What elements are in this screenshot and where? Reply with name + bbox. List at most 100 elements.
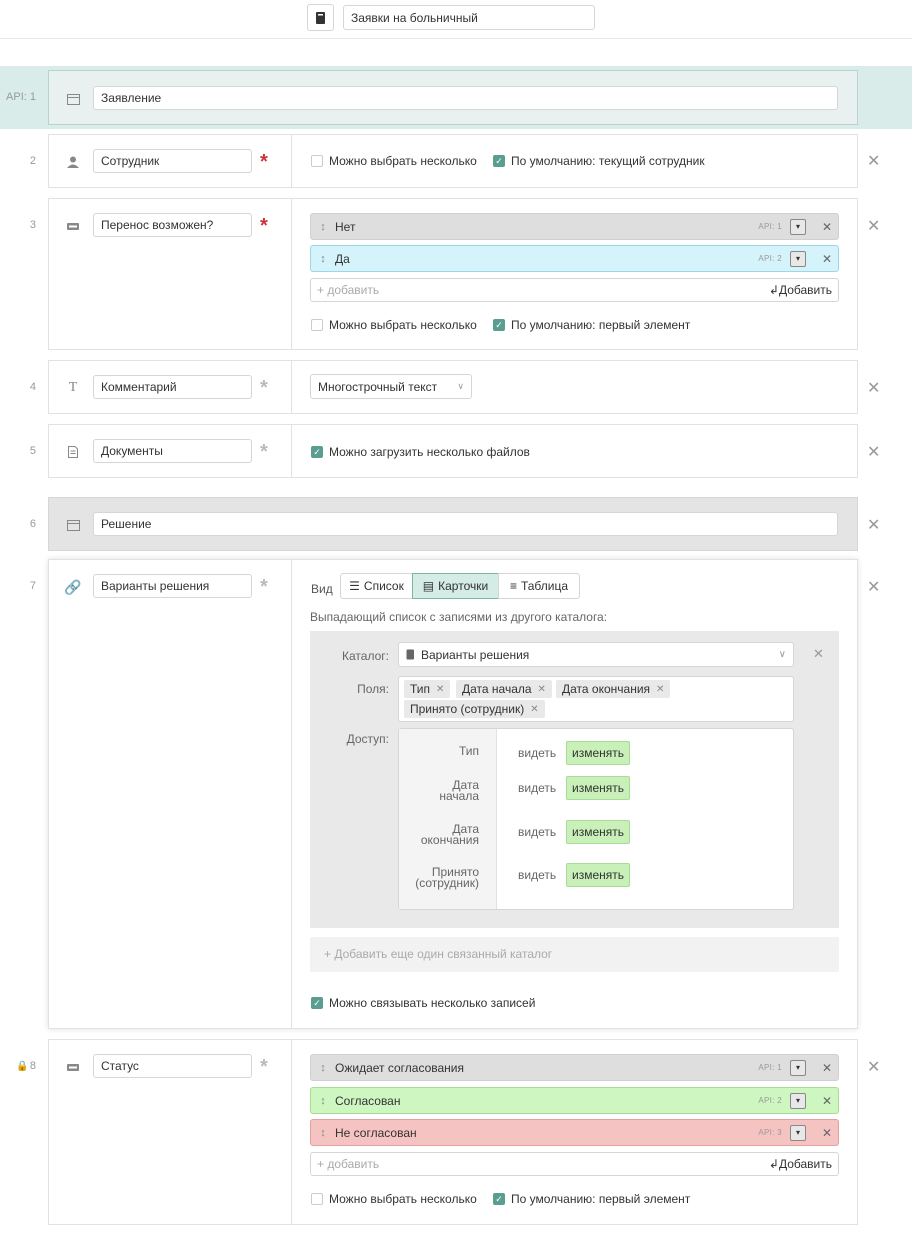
option-row[interactable]: ↕ Ожидает согласования API: 1 ▾ ✕ [310, 1054, 839, 1081]
delete-field-icon[interactable]: ✕ [867, 580, 880, 596]
field-chip[interactable]: Тип ✕ [404, 680, 451, 698]
required-icon[interactable]: * [260, 152, 268, 172]
default-current-checkbox[interactable]: ✓ По умолчанию: текущий сотрудник [493, 154, 705, 168]
field-name-input[interactable]: Документы [93, 439, 252, 463]
delete-field-icon[interactable]: ✕ [867, 518, 880, 534]
fields-label: Поля: [357, 682, 389, 696]
field-row-zayavlenie[interactable]: Заявление [48, 70, 858, 125]
remove-chip-icon[interactable]: ✕ [538, 684, 546, 695]
field-name-input[interactable]: Сотрудник [93, 149, 252, 173]
delete-field-icon[interactable]: ✕ [867, 219, 880, 235]
multi-select-checkbox[interactable]: Можно выбрать несколько [311, 318, 477, 332]
remove-option-icon[interactable]: ✕ [816, 1061, 838, 1075]
field-name-input[interactable]: Заявление [93, 86, 838, 110]
access-label: Доступ: [346, 732, 389, 746]
optional-icon[interactable]: * [260, 378, 268, 398]
catalog-title-input[interactable]: Заявки на больничный [343, 5, 595, 30]
option-row[interactable]: ↕ Да API: 2 ▾ ✕ [310, 245, 839, 272]
drag-handle-icon[interactable]: ↕ [311, 253, 335, 265]
catalog-icon-button[interactable] [307, 4, 334, 31]
add-linked-catalog-button[interactable]: + Добавить еще один связанный каталог [310, 937, 839, 972]
default-first-checkbox[interactable]: ✓ По умолчанию: первый элемент [493, 318, 690, 332]
chevron-down-icon[interactable]: ▾ [790, 218, 806, 235]
remove-chip-icon[interactable]: ✕ [436, 684, 444, 695]
field-row-dokumenty[interactable]: Документы * ✓ Можно загрузить несколько ф… [48, 424, 858, 478]
field-row-kommentariy[interactable]: T Комментарий * Многострочный текст ∨ [48, 360, 858, 414]
chevron-down-icon[interactable]: ▾ [790, 1092, 806, 1109]
field-chip[interactable]: Дата начала ✕ [456, 680, 552, 698]
option-row[interactable]: ↕ Нет API: 1 ▾ ✕ [310, 213, 839, 240]
delete-field-icon[interactable]: ✕ [867, 1060, 880, 1076]
field-row-status[interactable]: Статус * ↕ Ожидает согласования API: 1 ▾… [48, 1039, 858, 1225]
view-list-button[interactable]: ☰ Список [340, 573, 413, 599]
drag-handle-icon[interactable]: ↕ [311, 1062, 335, 1074]
checkbox-icon [311, 155, 323, 167]
multi-select-checkbox[interactable]: Можно выбрать несколько [311, 154, 477, 168]
field-row-perenos[interactable]: Перенос возможен? * ↕ Нет API: 1 ▾ ✕ ↕ Д… [48, 198, 858, 350]
delete-field-icon[interactable]: ✕ [867, 154, 880, 170]
field-row-reshenie[interactable]: Решение [48, 497, 858, 551]
checkbox-label: По умолчанию: первый элемент [511, 318, 691, 332]
field-name-input[interactable]: Варианты решения [93, 574, 252, 598]
chevron-down-icon[interactable]: ▾ [790, 1124, 806, 1141]
add-option-button[interactable]: ↲Добавить [769, 283, 832, 297]
remove-option-icon[interactable]: ✕ [816, 220, 838, 234]
catalog-select[interactable]: Варианты решения ∨ [398, 642, 794, 667]
multi-select-checkbox[interactable]: Можно выбрать несколько [311, 1192, 477, 1206]
add-option-input[interactable]: + добавить ↲Добавить [310, 278, 839, 302]
delete-field-icon[interactable]: ✕ [867, 381, 880, 397]
view-table-button[interactable]: ≡ Таблица [498, 573, 580, 599]
remove-option-icon[interactable]: ✕ [816, 1126, 838, 1140]
optional-icon[interactable]: * [260, 577, 268, 597]
field-name-input[interactable]: Перенос возможен? [93, 213, 252, 237]
remove-option-icon[interactable]: ✕ [816, 252, 838, 266]
multi-link-checkbox[interactable]: ✓ Можно связывать несколько записей [311, 996, 535, 1010]
fields-multiselect[interactable]: Тип ✕ Дата начала ✕ Дата окончания ✕ Принят… [398, 676, 794, 722]
field-name-input[interactable]: Комментарий [93, 375, 252, 399]
access-edit-option[interactable]: изменять [566, 820, 630, 844]
field-row-sotrudnik[interactable]: Сотрудник * Можно выбрать несколько ✓ По … [48, 134, 858, 188]
option-row[interactable]: ↕ Не согласован API: 3 ▾ ✕ [310, 1119, 839, 1146]
category-icon [64, 1059, 82, 1075]
optional-icon[interactable]: * [260, 1057, 268, 1077]
chevron-down-icon[interactable]: ▾ [790, 1059, 806, 1076]
field-chip[interactable]: Дата окончания ✕ [556, 680, 671, 698]
field-name-input[interactable]: Решение [93, 512, 838, 536]
field-row-varianty[interactable]: 🔗 Варианты решения * Вид ☰ Список ▤ Карточ… [48, 559, 858, 1029]
remove-chip-icon[interactable]: ✕ [530, 704, 538, 715]
option-label: Да [335, 251, 350, 266]
text-type-select[interactable]: Многострочный текст ∨ [310, 374, 472, 399]
view-option-label: Таблица [520, 579, 569, 593]
multi-file-checkbox[interactable]: ✓ Можно загрузить несколько файлов [311, 445, 530, 459]
view-label: Вид [311, 582, 333, 596]
add-option-button[interactable]: ↲Добавить [769, 1157, 832, 1171]
view-cards-button[interactable]: ▤ Карточки [412, 573, 499, 599]
remove-chip-icon[interactable]: ✕ [656, 684, 664, 695]
field-name: Варианты решения [101, 579, 210, 593]
required-icon[interactable]: * [260, 216, 268, 236]
access-edit-option[interactable]: изменять [566, 863, 630, 887]
access-see-option[interactable]: видеть [518, 868, 556, 882]
access-see-option[interactable]: видеть [518, 825, 556, 839]
remove-catalog-icon[interactable]: ✕ [813, 646, 824, 662]
optional-icon[interactable]: * [260, 442, 268, 462]
drag-handle-icon[interactable]: ↕ [311, 1127, 335, 1139]
remove-option-icon[interactable]: ✕ [816, 1094, 838, 1108]
field-number: 3 [29, 219, 36, 231]
access-edit-option[interactable]: изменять [566, 741, 630, 765]
add-option-input[interactable]: + добавить ↲Добавить [310, 1152, 839, 1176]
delete-field-icon[interactable]: ✕ [867, 445, 880, 461]
category-icon [64, 218, 82, 234]
text-type-value: Многострочный текст [318, 379, 438, 394]
field-name-input[interactable]: Статус [93, 1054, 252, 1078]
default-first-checkbox[interactable]: ✓ По умолчанию: первый элемент [493, 1192, 690, 1206]
drag-handle-icon[interactable]: ↕ [311, 221, 335, 233]
access-edit-option[interactable]: изменять [566, 776, 630, 800]
field-chip[interactable]: Принято (сотрудник) ✕ [404, 700, 545, 718]
chevron-down-icon[interactable]: ▾ [790, 250, 806, 267]
option-row[interactable]: ↕ Согласован API: 2 ▾ ✕ [310, 1087, 839, 1114]
access-see-option[interactable]: видеть [518, 781, 556, 795]
field-name: Документы [101, 444, 163, 458]
access-see-option[interactable]: видеть [518, 746, 556, 760]
drag-handle-icon[interactable]: ↕ [311, 1095, 335, 1107]
